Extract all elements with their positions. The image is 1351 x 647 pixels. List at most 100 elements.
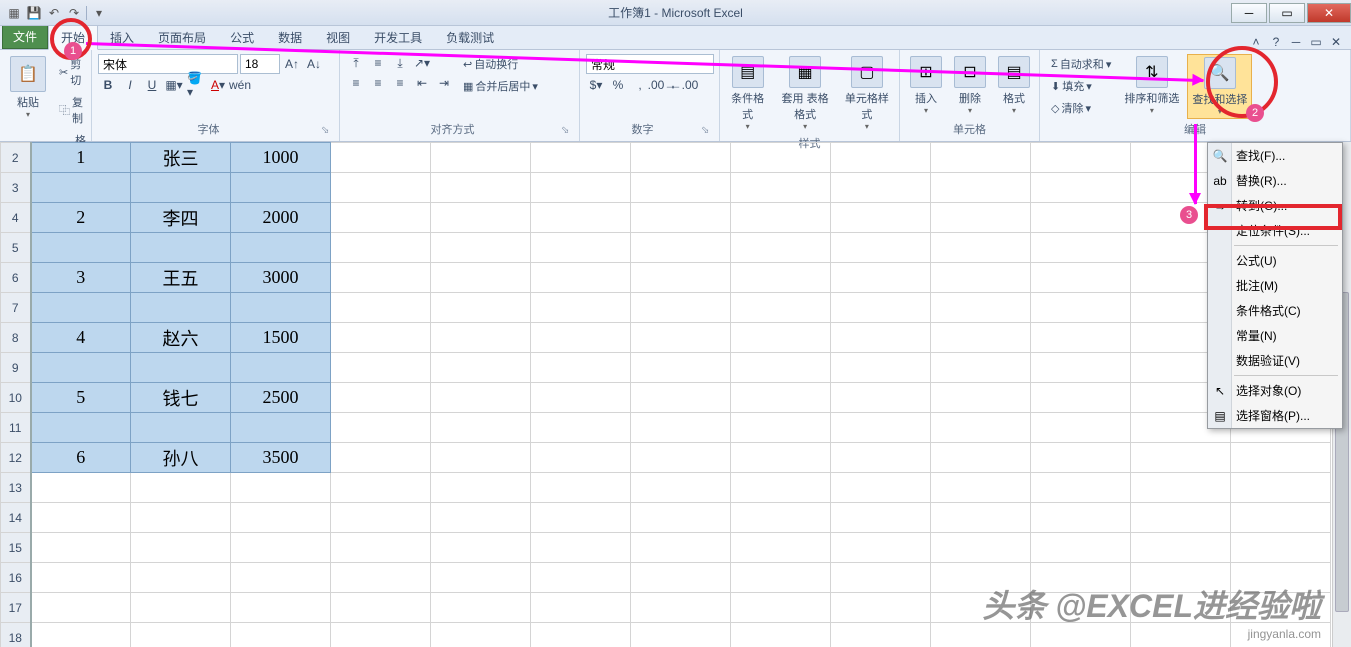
merge-center-button[interactable]: ▦合并后居中▾ xyxy=(458,76,543,96)
cell[interactable] xyxy=(631,383,731,413)
cell[interactable] xyxy=(631,563,731,593)
cell[interactable] xyxy=(231,173,331,203)
cell[interactable] xyxy=(531,383,631,413)
font-color-button[interactable]: A▾ xyxy=(208,76,228,94)
cell[interactable] xyxy=(1131,533,1231,563)
cell[interactable] xyxy=(131,473,231,503)
menu-comments[interactable]: 批注(M) xyxy=(1208,273,1342,298)
cell[interactable]: 3500 xyxy=(231,443,331,473)
cell[interactable] xyxy=(131,533,231,563)
cell[interactable] xyxy=(331,203,431,233)
cell[interactable] xyxy=(431,353,531,383)
cell[interactable]: 1000 xyxy=(231,143,331,173)
workbook-restore-icon[interactable]: ▭ xyxy=(1309,35,1323,49)
cell[interactable] xyxy=(831,203,931,233)
format-cells-button[interactable]: ▤格式▾ xyxy=(994,54,1034,119)
tab-view[interactable]: 视图 xyxy=(314,26,362,49)
cell[interactable] xyxy=(931,413,1031,443)
row-header[interactable]: 15 xyxy=(1,533,31,563)
row-header[interactable]: 6 xyxy=(1,263,31,293)
cell[interactable] xyxy=(731,413,831,443)
cell[interactable]: 6 xyxy=(31,443,131,473)
cell[interactable] xyxy=(531,623,631,647)
cell[interactable] xyxy=(331,443,431,473)
cell[interactable] xyxy=(631,533,731,563)
cell[interactable] xyxy=(231,533,331,563)
cell[interactable] xyxy=(531,473,631,503)
cell[interactable] xyxy=(131,293,231,323)
cell[interactable] xyxy=(831,383,931,413)
cell[interactable] xyxy=(531,173,631,203)
orientation-icon[interactable]: ↗▾ xyxy=(412,54,432,72)
cell[interactable] xyxy=(131,413,231,443)
cell[interactable] xyxy=(931,353,1031,383)
close-button[interactable]: ✕ xyxy=(1307,3,1351,23)
align-top-icon[interactable]: ⤒ xyxy=(346,54,366,72)
cell[interactable]: 钱七 xyxy=(131,383,231,413)
menu-validation[interactable]: 数据验证(V) xyxy=(1208,348,1342,373)
cell[interactable] xyxy=(531,503,631,533)
cell[interactable] xyxy=(931,233,1031,263)
cell[interactable] xyxy=(231,353,331,383)
row-header[interactable]: 13 xyxy=(1,473,31,503)
cell[interactable] xyxy=(731,563,831,593)
cell[interactable] xyxy=(331,263,431,293)
cell[interactable] xyxy=(931,263,1031,293)
cell[interactable] xyxy=(731,503,831,533)
cell[interactable] xyxy=(1131,503,1231,533)
cell[interactable] xyxy=(131,353,231,383)
currency-icon[interactable]: $▾ xyxy=(586,76,606,94)
cell[interactable] xyxy=(1031,533,1131,563)
phonetic-button[interactable]: wén xyxy=(230,76,250,94)
cell[interactable] xyxy=(531,413,631,443)
cell[interactable] xyxy=(131,563,231,593)
autosum-button[interactable]: Σ自动求和▾ xyxy=(1046,54,1116,74)
cell[interactable] xyxy=(631,293,731,323)
tab-formulas[interactable]: 公式 xyxy=(218,26,266,49)
cell[interactable] xyxy=(531,233,631,263)
maximize-button[interactable]: ▭ xyxy=(1269,3,1305,23)
row-header[interactable]: 18 xyxy=(1,623,31,647)
cell[interactable] xyxy=(31,503,131,533)
font-size-input[interactable] xyxy=(240,54,280,74)
cell[interactable] xyxy=(731,473,831,503)
cell[interactable] xyxy=(131,173,231,203)
cell[interactable]: 1 xyxy=(31,143,131,173)
cell[interactable] xyxy=(31,413,131,443)
cell[interactable] xyxy=(431,263,531,293)
cell[interactable] xyxy=(231,563,331,593)
menu-formulas[interactable]: 公式(U) xyxy=(1208,248,1342,273)
cell[interactable] xyxy=(131,503,231,533)
cell[interactable] xyxy=(431,203,531,233)
fill-button[interactable]: ⬇填充▾ xyxy=(1046,76,1116,96)
cell[interactable] xyxy=(231,473,331,503)
cell[interactable]: 王五 xyxy=(131,263,231,293)
cell[interactable] xyxy=(531,293,631,323)
cell[interactable] xyxy=(1031,203,1131,233)
cell[interactable] xyxy=(331,233,431,263)
row-header[interactable]: 16 xyxy=(1,563,31,593)
help-icon[interactable]: ? xyxy=(1269,35,1283,49)
row-header[interactable]: 4 xyxy=(1,203,31,233)
cell[interactable] xyxy=(331,413,431,443)
cell[interactable]: 3 xyxy=(31,263,131,293)
cell[interactable] xyxy=(131,623,231,647)
cell[interactable] xyxy=(831,263,931,293)
cell[interactable] xyxy=(931,293,1031,323)
cell[interactable] xyxy=(1031,413,1131,443)
cell[interactable] xyxy=(731,293,831,323)
cell[interactable] xyxy=(731,143,831,173)
tab-data[interactable]: 数据 xyxy=(266,26,314,49)
cell[interactable] xyxy=(431,383,531,413)
bold-button[interactable]: B xyxy=(98,76,118,94)
cell[interactable] xyxy=(431,623,531,647)
cell[interactable] xyxy=(1031,293,1131,323)
cell[interactable] xyxy=(231,233,331,263)
cell[interactable] xyxy=(531,323,631,353)
indent-decrease-icon[interactable]: ⇤ xyxy=(412,74,432,92)
cell[interactable] xyxy=(931,323,1031,353)
cell[interactable]: 1500 xyxy=(231,323,331,353)
cell[interactable] xyxy=(931,473,1031,503)
cell[interactable] xyxy=(431,503,531,533)
cell[interactable] xyxy=(1031,443,1131,473)
